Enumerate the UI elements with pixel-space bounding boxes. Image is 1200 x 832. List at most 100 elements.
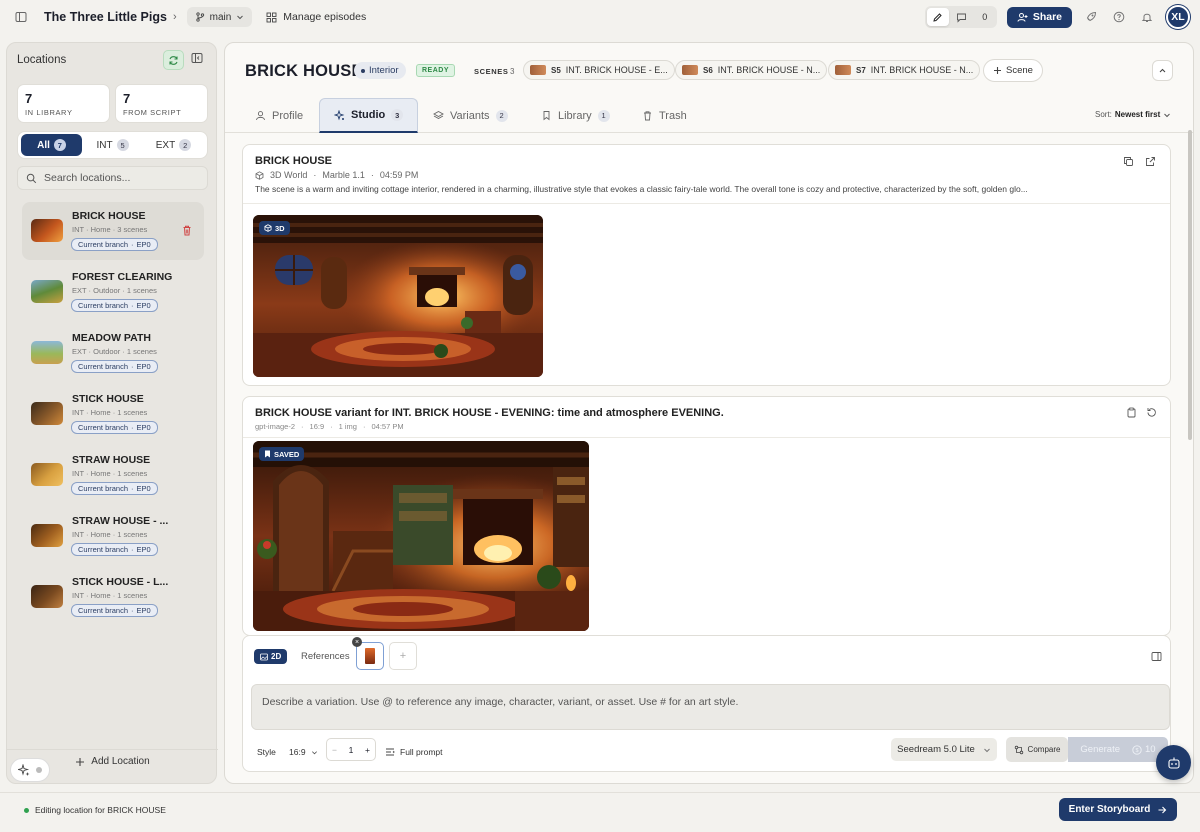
tab-variants[interactable]: Variants 2 [433,98,508,133]
location-item[interactable]: BRICK HOUSE INT · Home · 3 scenes Curren… [22,202,204,260]
sparkle-icon [334,109,345,120]
arrow-right-icon [1158,806,1167,813]
type-label: Interior [369,65,399,76]
tab-profile[interactable]: Profile [255,98,303,133]
help-icon[interactable] [1110,8,1128,26]
compare-button[interactable]: Compare [1006,737,1068,762]
generated-image[interactable]: 3D [253,215,543,377]
full-prompt-button[interactable]: Full prompt [385,740,443,764]
filter-all[interactable]: All 7 [21,134,82,156]
episode-label: EP0 [136,484,151,493]
branch-tag: Current branch · EP0 [71,360,158,373]
tab-count: 2 [495,109,508,122]
plus-icon [76,757,85,766]
location-thumbnail [31,341,63,364]
tab-studio[interactable]: Studio 3 [319,98,419,133]
remove-reference-icon[interactable]: × [352,637,362,647]
branch-tag: Current branch · EP0 [71,238,158,251]
style-button[interactable]: Style [257,740,276,764]
sort-dropdown[interactable]: Sort: Newest first [1095,110,1171,119]
location-item[interactable]: STRAW HOUSE - ... INT · Home · 1 scenes … [22,507,204,565]
mode-label: 2D [271,652,282,661]
location-thumbnail [31,524,63,547]
card-title: BRICK HOUSE [255,155,333,167]
generated-image[interactable]: SAVED [253,441,589,631]
generation-card: BRICK HOUSE variant for INT. BRICK HOUSE… [242,396,1171,636]
grid-icon [266,12,277,22]
share-button[interactable]: Share [1006,6,1072,28]
assistant-toggle[interactable] [10,758,50,782]
episode-label: EP0 [136,423,151,432]
edit-mode-button[interactable] [926,8,949,26]
retry-icon[interactable] [1146,407,1157,418]
tab-trash[interactable]: Trash [642,98,687,133]
card-meta: gpt-image-2 · 16:9 · 1 img · 04:57 PM [255,422,404,431]
sort-label: Sort: [1095,110,1112,119]
reference-thumbnail[interactable]: × [352,637,384,670]
add-reference-button[interactable]: + [389,642,417,670]
refresh-button[interactable] [163,50,184,70]
card-model: gpt-image-2 [255,422,296,431]
compare-label: Compare [1027,745,1061,754]
filter-int[interactable]: INT 5 [82,134,143,156]
card-title: BRICK HOUSE variant for INT. BRICK HOUSE… [255,407,724,419]
location-meta: INT · Home · 1 scenes [72,530,148,539]
episode-label: EP0 [136,362,151,371]
aspect-ratio-dropdown[interactable]: 16:9 [289,740,318,764]
scene-chip[interactable]: S7 INT. BRICK HOUSE - N... [828,60,981,80]
scrollbar[interactable] [1188,130,1192,440]
copy-icon[interactable] [1123,156,1134,167]
tab-library[interactable]: Library 1 [541,98,610,133]
mode-2d-button[interactable]: 2D [254,649,288,664]
trash-icon[interactable] [182,225,192,236]
status-dot-icon [24,807,29,813]
scene-label: INT. BRICK HOUSE - N... [870,65,974,75]
search-input[interactable]: Search locations... [17,166,208,190]
tab-count: 1 [597,109,610,122]
filter-count: 7 [53,139,66,151]
branch-selector[interactable]: main [186,7,253,27]
cost-value: 10 [1145,744,1156,755]
add-location-label: Add Location [91,756,150,767]
prompt-input[interactable]: Describe a variation. Use @ to reference… [251,684,1170,730]
panel-icon[interactable] [1151,651,1162,662]
location-item[interactable]: FOREST CLEARING EXT · Outdoor · 1 scenes… [22,263,204,321]
add-scene-button[interactable]: Scene [983,59,1043,82]
sort-value: Newest first [1114,110,1161,119]
comments-button[interactable] [951,8,973,26]
rocket-icon[interactable] [1082,8,1100,26]
assistant-bot-button[interactable] [1156,745,1191,780]
git-branch-icon [195,12,204,22]
scene-chip[interactable]: S5 INT. BRICK HOUSE - E... [523,60,675,80]
bell-icon[interactable] [1138,8,1156,26]
external-link-icon[interactable] [1145,156,1156,167]
divider [243,437,1170,438]
collapse-header-button[interactable] [1152,60,1173,81]
enter-storyboard-button[interactable]: Enter Storyboard [1059,798,1177,821]
decrement-button[interactable]: − [332,745,337,755]
tab-label: Profile [272,109,304,122]
plus-icon: + [399,650,407,662]
model-dropdown[interactable]: Seedream 5.0 Lite [891,738,997,761]
episode-label: EP0 [136,301,151,310]
scene-chip[interactable]: S6 INT. BRICK HOUSE - N... [675,60,828,80]
clipboard-icon[interactable] [1126,407,1137,418]
top-bar: The Three Little Pigs › main Manage epis… [0,0,1200,34]
location-thumbnail [31,585,63,608]
cube-icon [255,170,264,180]
increment-button[interactable]: + [365,745,370,755]
manage-episodes-button[interactable]: Manage episodes [266,11,366,23]
project-title[interactable]: The Three Little Pigs [44,10,167,24]
type-pill[interactable]: Interior [354,62,406,79]
user-avatar[interactable]: XL [1166,5,1190,29]
collapse-panel-icon[interactable] [191,52,203,64]
location-item[interactable]: MEADOW PATH EXT · Outdoor · 1 scenes Cur… [22,324,204,382]
tag-label: Current branch [78,240,129,249]
location-item[interactable]: STRAW HOUSE INT · Home · 1 scenes Curren… [22,446,204,504]
generate-button[interactable]: Generate $ 10 [1068,737,1168,762]
location-item[interactable]: STICK HOUSE - L... INT · Home · 1 scenes… [22,568,204,626]
filter-count: 2 [179,139,192,151]
sidebar-toggle-icon[interactable] [12,8,30,26]
filter-ext[interactable]: EXT 2 [143,134,204,156]
location-item[interactable]: STICK HOUSE INT · Home · 1 scenes Curren… [22,385,204,443]
